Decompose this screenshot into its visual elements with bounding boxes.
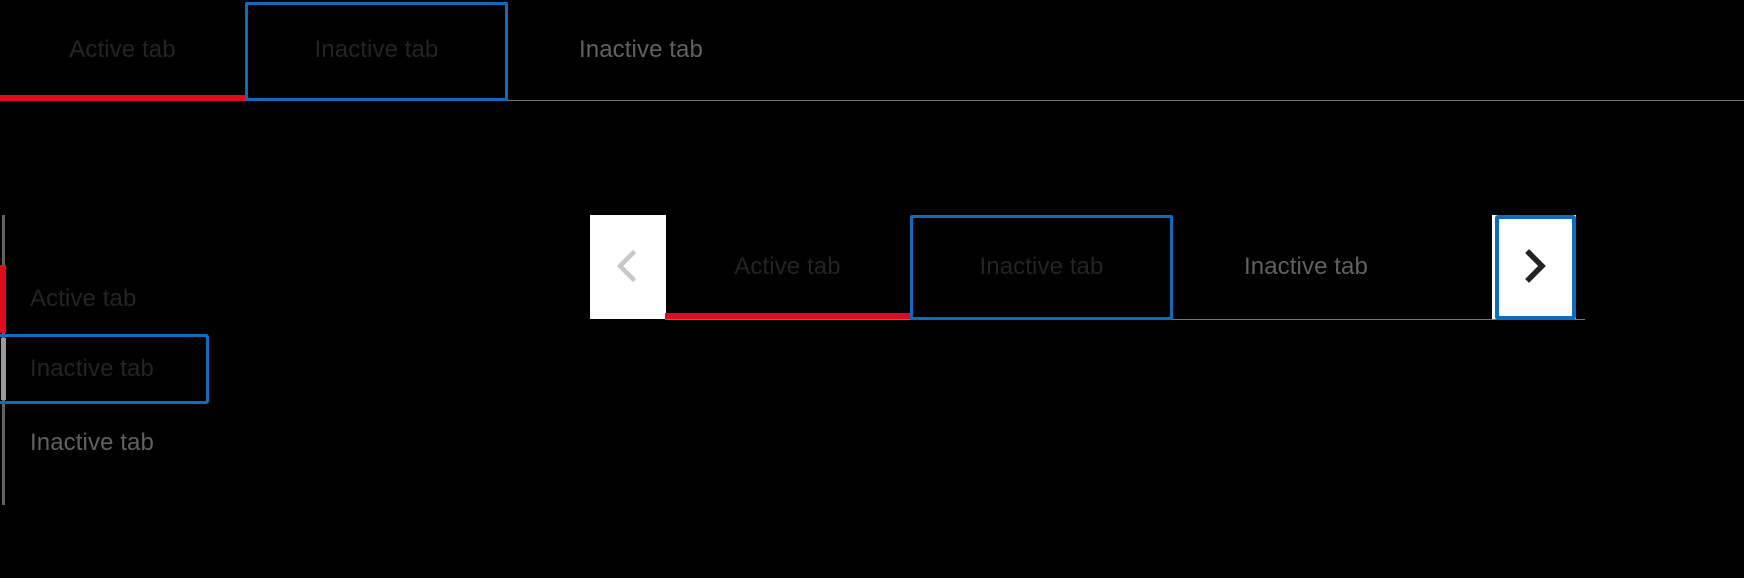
tab-label: Inactive tab bbox=[30, 429, 154, 456]
tablist-baseline-rail bbox=[0, 100, 1744, 101]
scroll-previous-button[interactable] bbox=[590, 215, 666, 319]
horizontal-tablist: Active tab Inactive tab Inactive tab bbox=[0, 0, 1744, 104]
vertical-tablist: Active tab Inactive tab Inactive tab bbox=[0, 215, 320, 515]
tab-inactive-focused-scrollable[interactable]: Inactive tab bbox=[910, 215, 1173, 319]
active-tab-indicator bbox=[0, 265, 6, 333]
active-tab-indicator bbox=[0, 95, 245, 101]
chevron-right-icon bbox=[1519, 246, 1549, 289]
tab-label: Inactive tab bbox=[1244, 253, 1368, 280]
scrollable-tablist: Active tab Inactive tab Inactive tab bbox=[590, 215, 1744, 325]
chevron-left-icon bbox=[613, 246, 643, 289]
active-tab-indicator bbox=[665, 313, 910, 319]
focused-tab-indicator bbox=[1, 338, 6, 400]
tab-label: Inactive tab bbox=[979, 253, 1104, 280]
tab-label: Active tab bbox=[69, 36, 176, 63]
tab-label: Inactive tab bbox=[579, 36, 703, 63]
tab-inactive-focused-horizontal-top[interactable]: Inactive tab bbox=[245, 0, 508, 100]
tab-label: Inactive tab bbox=[314, 36, 439, 63]
tab-label: Inactive tab bbox=[30, 355, 154, 382]
tab-active-horizontal-top[interactable]: Active tab bbox=[0, 0, 245, 100]
tab-label: Active tab bbox=[30, 285, 137, 312]
vtab-inactive-focused[interactable]: Inactive tab bbox=[0, 333, 210, 405]
vtab-active[interactable]: Active tab bbox=[0, 263, 210, 335]
scroll-next-button[interactable] bbox=[1492, 215, 1576, 319]
tablist-baseline-rail bbox=[665, 319, 1585, 320]
tab-label: Active tab bbox=[734, 253, 841, 280]
tab-active-scrollable[interactable]: Active tab bbox=[665, 215, 910, 319]
vtab-inactive-rest[interactable]: Inactive tab bbox=[0, 407, 210, 479]
tab-inactive-rest-horizontal-top[interactable]: Inactive tab bbox=[508, 0, 774, 100]
tab-inactive-rest-scrollable[interactable]: Inactive tab bbox=[1173, 215, 1439, 319]
